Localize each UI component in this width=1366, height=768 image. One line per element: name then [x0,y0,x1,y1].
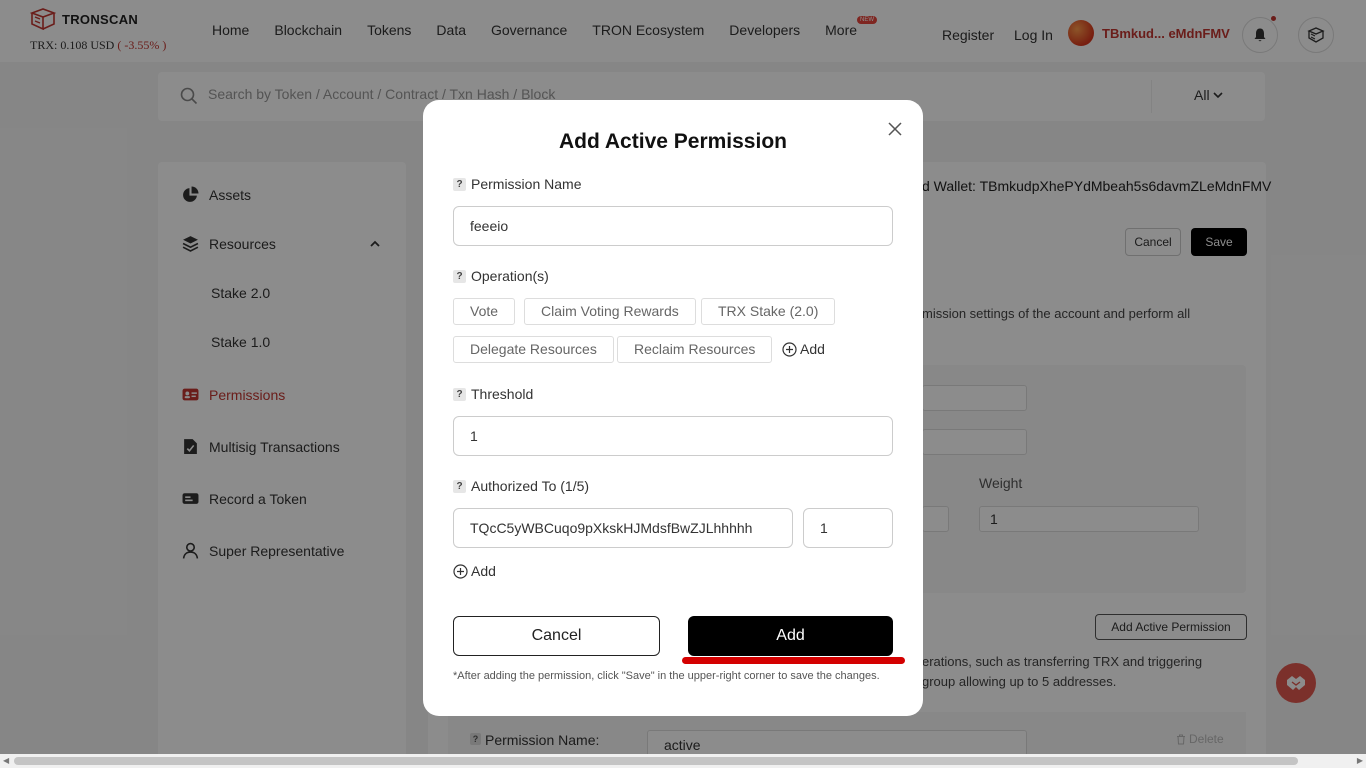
add-active-permission-modal: Add Active Permission ? Permission Name … [423,100,923,716]
operation-tag-claim-voting-rewards[interactable]: Claim Voting Rewards [524,298,696,325]
add-address-button[interactable]: Add [453,563,496,579]
help-icon[interactable]: ? [453,479,466,493]
threshold-field-label: ? Threshold [453,386,533,402]
permission-name-input[interactable] [453,206,893,246]
operations-label-text: Operation(s) [471,268,549,284]
authorized-address-input[interactable] [453,508,793,548]
operation-tag-delegate-resources[interactable]: Delegate Resources [453,336,614,363]
modal-title: Add Active Permission [559,130,787,153]
permission-name-label-text: Permission Name [471,176,582,192]
plus-circle-icon [782,341,797,357]
threshold-label-text: Threshold [471,386,534,402]
save-reminder-note: *After adding the permission, click "Sav… [453,670,880,682]
authorized-to-label-text: Authorized To (1/5) [471,478,590,494]
operation-tag-vote[interactable]: Vote [453,298,516,325]
help-icon[interactable]: ? [453,177,466,191]
add-operation-button[interactable]: Add [782,341,825,357]
authorized-to-field-label: ? Authorized To (1/5) [453,478,589,494]
modal-cancel-button[interactable]: Cancel [453,616,660,656]
scrollbar-thumb[interactable] [14,757,1298,765]
scroll-left-arrow-icon[interactable]: ◀ [3,756,9,765]
authorized-weight-input[interactable] [803,508,893,548]
operation-tag-trx-stake[interactable]: TRX Stake (2.0) [701,298,836,325]
help-icon[interactable]: ? [453,387,466,401]
permission-name-field-label: ? Permission Name [453,176,581,192]
add-address-label: Add [471,563,496,579]
modal-close-button[interactable] [885,119,905,139]
highlight-underline [682,657,905,664]
close-icon [888,122,902,136]
operation-tag-reclaim-resources[interactable]: Reclaim Resources [617,336,773,363]
modal-add-button[interactable]: Add [688,616,893,656]
operations-field-label: ? Operation(s) [453,268,549,284]
horizontal-scrollbar[interactable]: ◀ ▶ [0,754,1366,768]
threshold-input[interactable] [453,416,893,456]
help-icon[interactable]: ? [453,269,466,283]
scroll-right-arrow-icon[interactable]: ▶ [1357,756,1363,765]
plus-circle-icon [453,563,468,579]
add-operation-label: Add [800,341,825,357]
